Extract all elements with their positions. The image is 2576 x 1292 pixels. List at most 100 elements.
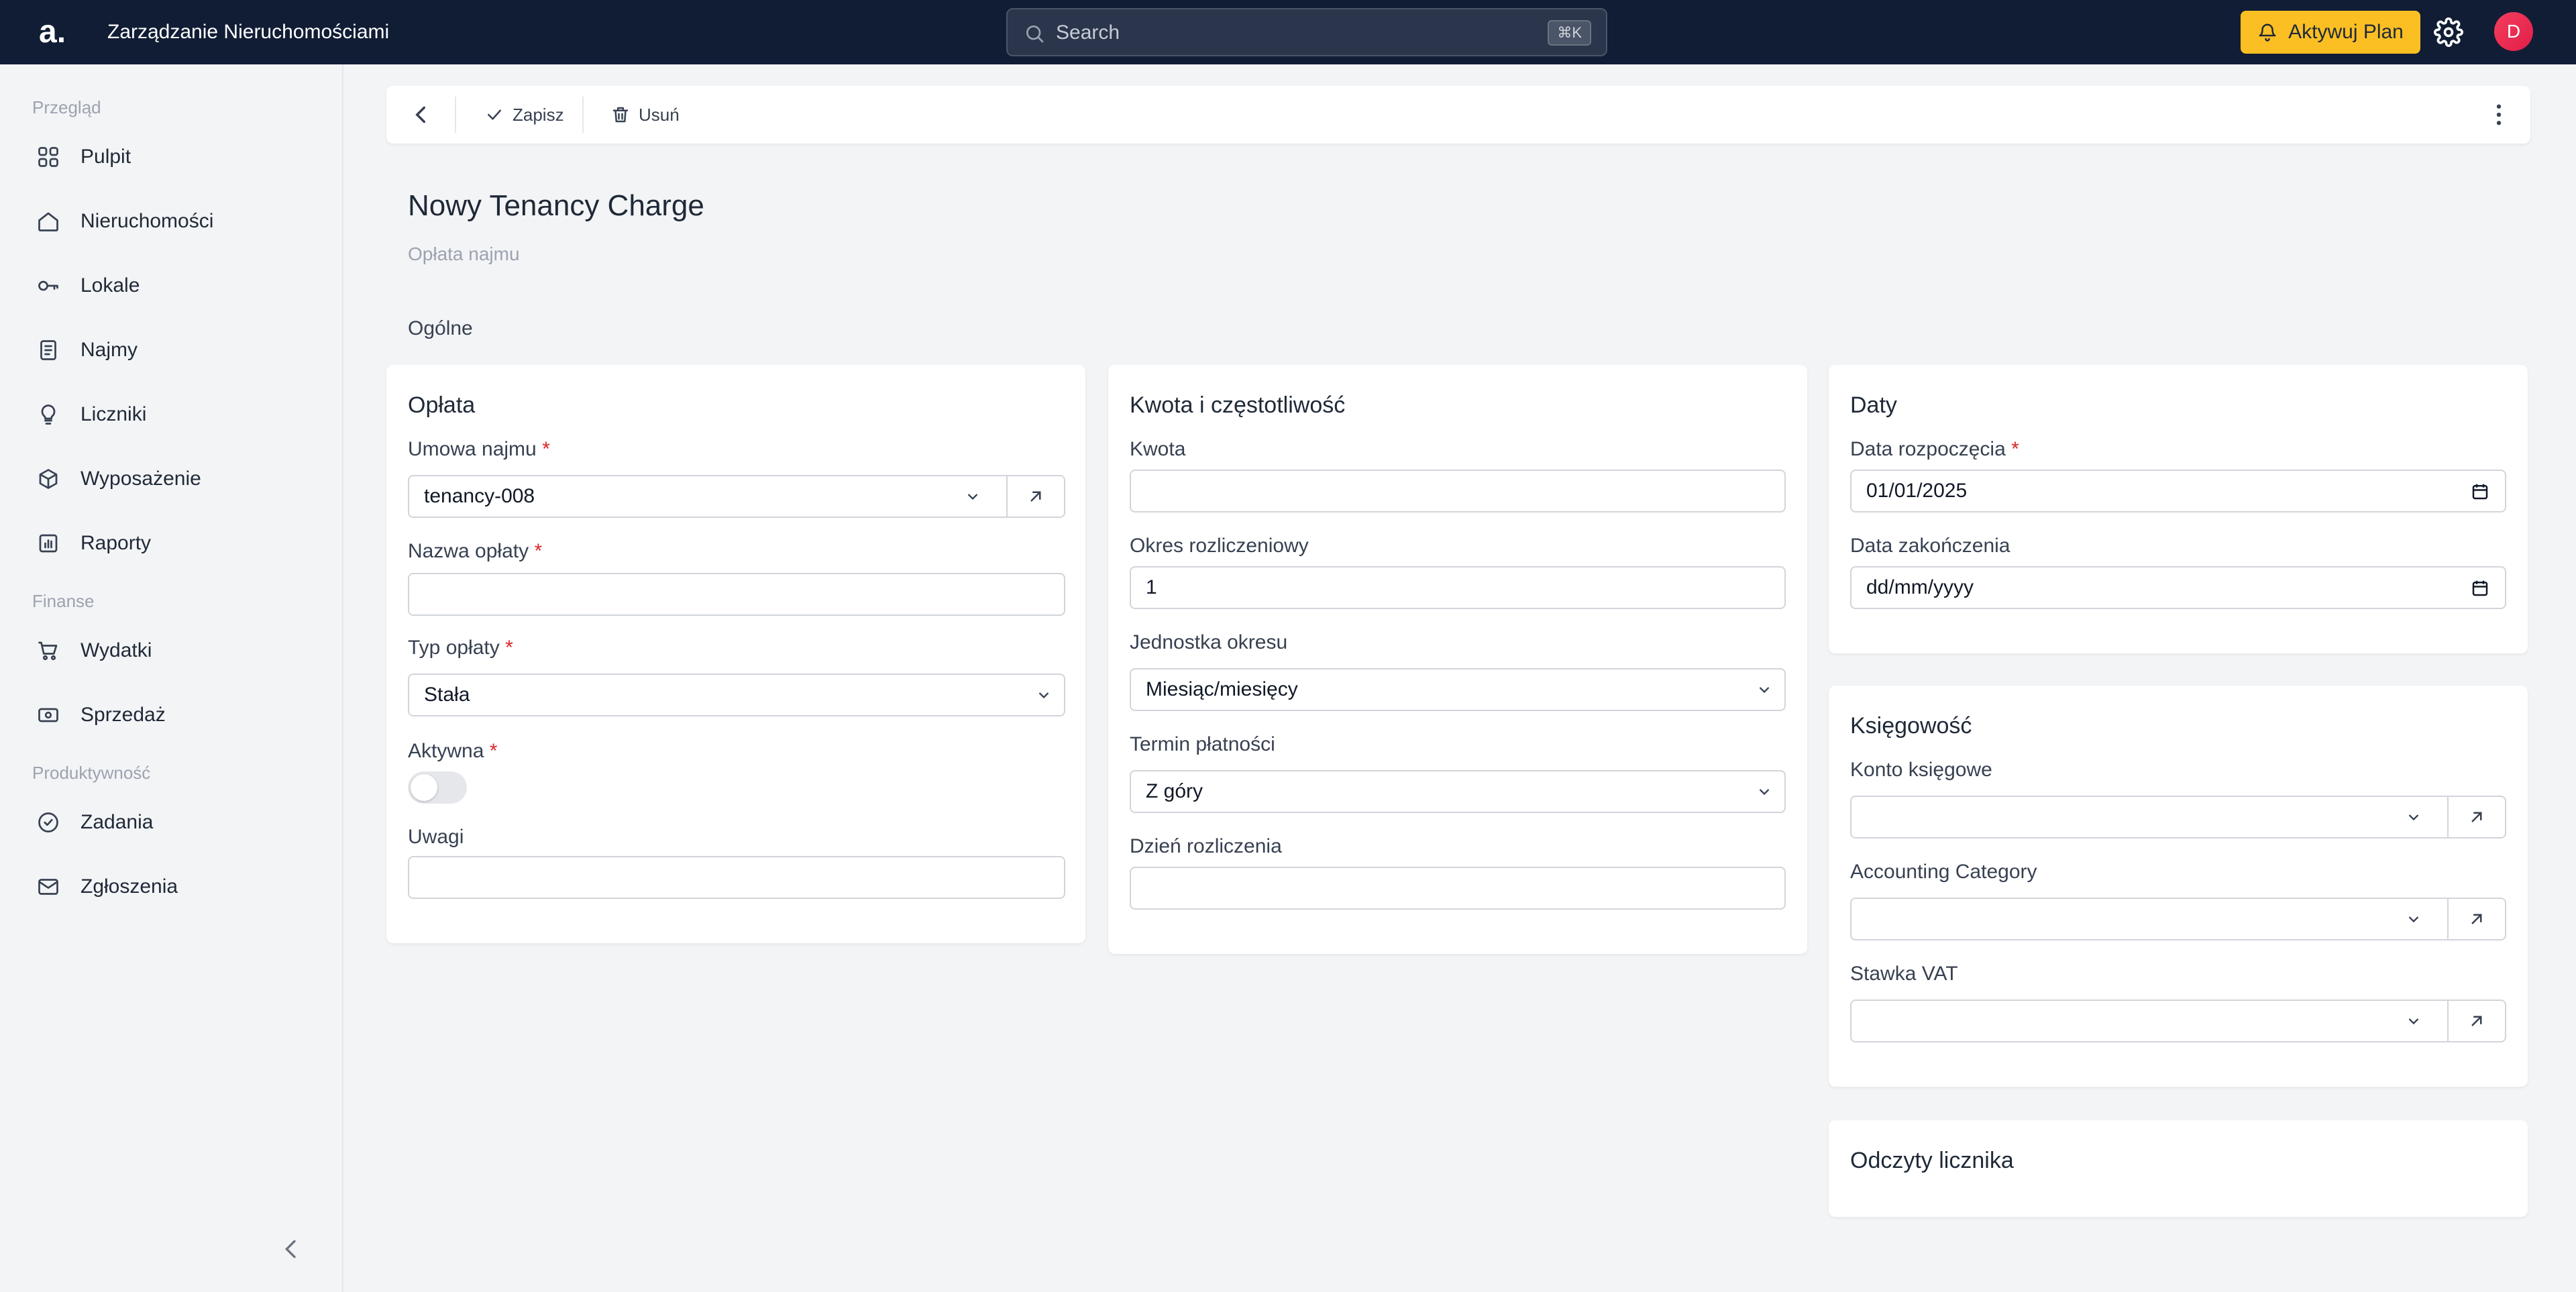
open-category-button[interactable] — [2447, 898, 2506, 940]
card-title: Księgowość — [1850, 713, 1972, 739]
card-title: Opłata — [408, 392, 476, 418]
vat-label: Stawka VAT — [1850, 963, 1958, 985]
billing-day-input[interactable] — [1130, 867, 1786, 910]
chevron-down-icon — [1760, 687, 1769, 694]
sidebar-item-label: Sprzedaż — [80, 704, 166, 726]
charge-card: Opłata Umowa najmu * tenancy-008 Nazwa o… — [386, 365, 1085, 943]
delete-button[interactable]: Usuń — [610, 99, 680, 130]
activate-plan-button[interactable]: Aktywuj Plan — [2241, 11, 2420, 54]
sidebar-item-zgloszenia[interactable]: Zgłoszenia — [27, 863, 322, 911]
sidebar-item-pulpit[interactable]: Pulpit — [27, 133, 322, 181]
charge-name-label-text: Nazwa opłaty — [408, 540, 529, 562]
save-button[interactable]: Zapisz — [484, 99, 564, 130]
period-unit-select[interactable]: Miesiąc/miesięcy — [1130, 668, 1786, 711]
collapse-sidebar-icon[interactable] — [278, 1233, 305, 1265]
sidebar-item-najmy[interactable]: Najmy — [27, 326, 322, 374]
end-date-label: Data zakończenia — [1850, 535, 2010, 557]
account-select[interactable] — [1850, 796, 2449, 839]
start-date-input[interactable]: 01/01/2025 — [1850, 470, 2506, 513]
active-label-text: Aktywna — [408, 740, 484, 762]
end-date-input[interactable]: dd/mm/yyyy — [1850, 566, 2506, 609]
payment-term-label: Termin płatności — [1130, 733, 1275, 755]
chevron-down-icon — [2409, 916, 2418, 923]
account-label: Konto księgowe — [1850, 759, 1992, 781]
gear-icon[interactable] — [2434, 17, 2463, 47]
card-title: Odczyty licznika — [1850, 1148, 2014, 1173]
billing-period-input[interactable]: 1 — [1130, 566, 1786, 609]
sidebar-item-raporty[interactable]: Raporty — [27, 519, 322, 568]
action-toolbar: Zapisz Usuń — [386, 86, 2530, 144]
payment-term-select[interactable]: Z góry — [1130, 770, 1786, 813]
charge-name-input[interactable] — [408, 573, 1065, 616]
arrow-up-right-icon — [2471, 1016, 2482, 1026]
arrow-up-right-icon — [2471, 914, 2482, 924]
chevron-down-icon — [1760, 789, 1769, 796]
sidebar-item-label: Wydatki — [80, 639, 152, 661]
sidebar-item-nieruchomosci[interactable]: Nieruchomości — [27, 197, 322, 246]
mail-icon — [38, 879, 58, 895]
tenancy-label: Umowa najmu * — [408, 437, 550, 462]
sidebar-item-wyposazenie[interactable]: Wyposażenie — [27, 455, 322, 503]
top-bar: a. Zarządzanie Nieruchomościami Search ⌘… — [0, 0, 2576, 64]
sidebar-item-label: Lokale — [80, 274, 140, 297]
required-marker: * — [542, 438, 550, 460]
open-tenancy-button[interactable] — [1006, 475, 1065, 518]
charge-type-value: Stała — [424, 684, 470, 706]
payment-term-value: Z góry — [1146, 780, 1203, 802]
page-subtitle: Opłata najmu — [408, 244, 520, 264]
chevron-down-icon — [2409, 1018, 2418, 1025]
search-input[interactable]: Search ⌘K — [1006, 8, 1607, 56]
user-avatar[interactable]: D — [2494, 12, 2533, 51]
back-arrow-icon[interactable] — [407, 101, 435, 129]
vat-select[interactable] — [1850, 1000, 2449, 1042]
charge-type-label: Typ opłaty * — [408, 636, 513, 660]
sidebar-item-label: Raporty — [80, 532, 152, 554]
calendar-icon[interactable] — [2470, 578, 2490, 598]
sidebar-item-label: Zadania — [80, 811, 154, 833]
open-vat-button[interactable] — [2447, 1000, 2506, 1042]
document-icon — [40, 340, 56, 360]
sidebar-item-label: Nieruchomości — [80, 210, 214, 232]
sidebar-item-lokale[interactable]: Lokale — [27, 262, 322, 310]
sidebar-section-finance: Finanse — [32, 591, 95, 611]
sidebar-item-label: Najmy — [80, 339, 138, 361]
sidebar-item-wydatki[interactable]: Wydatki — [27, 627, 322, 675]
cart-icon — [38, 641, 58, 661]
sidebar-item-zadania[interactable]: Zadania — [27, 798, 322, 847]
required-marker: * — [505, 637, 513, 659]
page-title: Nowy Tenancy Charge — [408, 189, 704, 222]
section-title: Ogólne — [408, 317, 473, 339]
app-logo[interactable]: a. — [39, 13, 66, 51]
amount-input[interactable] — [1130, 470, 1786, 513]
chart-icon — [39, 534, 58, 553]
billing-period-label: Okres rozliczeniowy — [1130, 535, 1309, 557]
sidebar-item-liczniki[interactable]: Liczniki — [27, 390, 322, 439]
delete-label: Usuń — [639, 104, 680, 125]
notes-input[interactable] — [408, 856, 1065, 899]
calendar-icon[interactable] — [2470, 482, 2490, 502]
card-title: Kwota i częstotliwość — [1130, 392, 1346, 418]
billing-period-value: 1 — [1146, 576, 1157, 598]
more-vertical-icon[interactable] — [2485, 101, 2513, 129]
charge-type-select[interactable]: Stała — [408, 674, 1065, 716]
period-unit-value: Miesiąc/miesięcy — [1146, 678, 1298, 700]
amount-label: Kwota — [1130, 438, 1186, 460]
start-date-value: 01/01/2025 — [1866, 480, 1968, 502]
tenancy-select[interactable]: tenancy-008 — [408, 475, 1008, 518]
open-account-button[interactable] — [2447, 796, 2506, 839]
required-marker: * — [2011, 438, 2019, 460]
house-icon — [38, 212, 58, 231]
sidebar-section-productivity: Produktywność — [32, 763, 151, 783]
arrow-up-right-icon — [2471, 812, 2482, 822]
check-icon — [488, 109, 501, 120]
grid-icon — [38, 147, 58, 167]
app-title: Zarządzanie Nieruchomościami — [107, 21, 390, 43]
billing-day-label: Dzień rozliczenia — [1130, 835, 1282, 857]
tenancy-select-value: tenancy-008 — [424, 485, 535, 507]
search-placeholder: Search — [1056, 21, 1120, 44]
save-label: Zapisz — [513, 104, 564, 125]
sidebar-item-sprzedaz[interactable]: Sprzedaż — [27, 691, 322, 739]
category-select[interactable] — [1850, 898, 2449, 940]
sidebar-item-label: Wyposażenie — [80, 468, 201, 490]
active-toggle[interactable] — [408, 771, 467, 804]
